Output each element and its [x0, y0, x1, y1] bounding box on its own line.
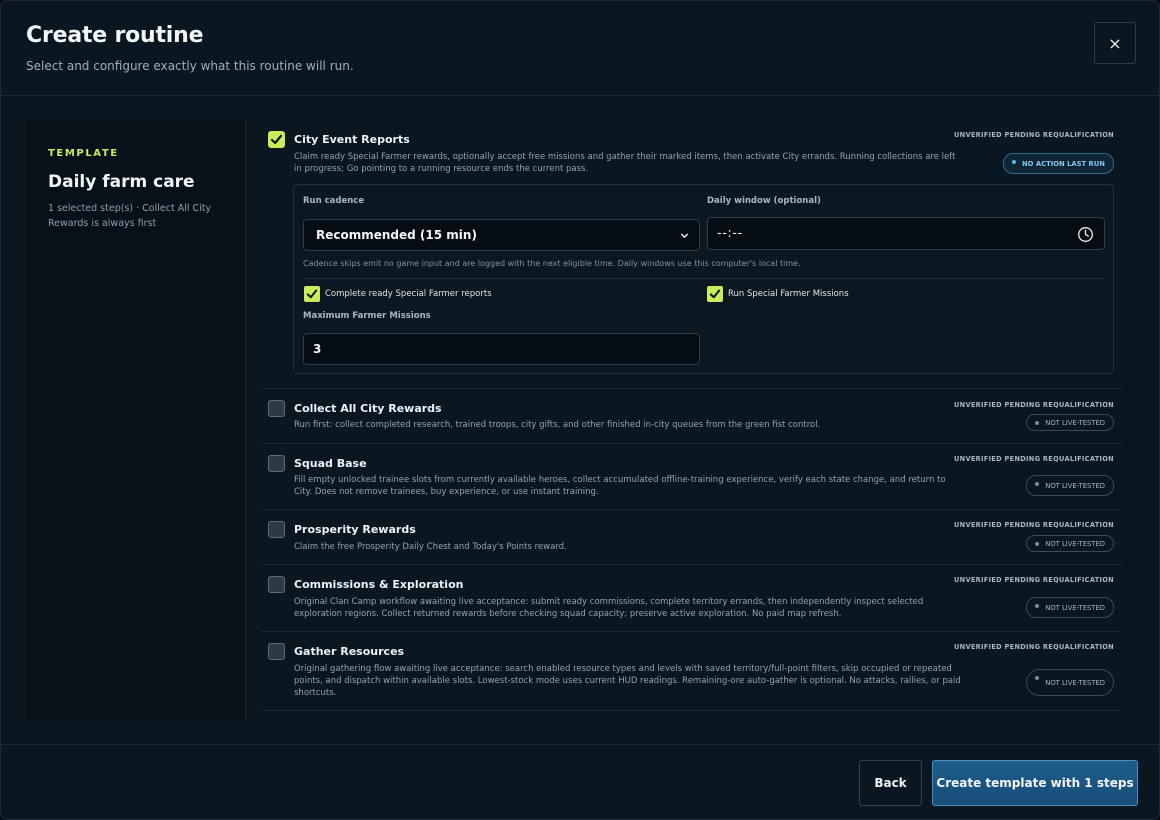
- modal-footer: Back Create template with 1 steps: [1, 744, 1159, 819]
- step-city-event-reports: City Event Reports Claim ready Special F…: [261, 119, 1121, 389]
- max-missions-input[interactable]: 3: [303, 333, 700, 365]
- step-description: Original Clan Camp workflow awaiting liv…: [294, 597, 924, 619]
- step-config-panel: Run cadence Recommended (15 min) Daily w…: [293, 184, 1114, 374]
- step-gather-resources: Gather Resources Original gathering flow…: [261, 632, 1121, 711]
- status-badge: NO ACTION LAST RUN: [1002, 153, 1114, 174]
- status-label: UNVERIFIED PENDING REQUALIFICATION: [953, 131, 1114, 139]
- step-checkbox-commissions-exploration[interactable]: [268, 576, 285, 593]
- step-title: City Event Reports: [294, 133, 410, 146]
- status-badge: NOT LIVE-TESTED: [1026, 669, 1114, 696]
- status-badge: NOT LIVE-TESTED: [1026, 475, 1114, 496]
- cadence-hint: Cadence skips emit no game input and are…: [303, 259, 801, 268]
- template-name: Daily farm care: [48, 172, 195, 192]
- cadence-value: Recommended (15 min): [316, 228, 477, 242]
- option-checkbox-complete-reports[interactable]: [304, 286, 320, 302]
- option-label-complete-reports: Complete ready Special Farmer reports: [325, 289, 492, 299]
- step-description: Original gathering flow awaiting live ac…: [294, 664, 961, 698]
- step-title: Squad Base: [294, 457, 367, 470]
- status-label: UNVERIFIED PENDING REQUALIFICATION: [953, 401, 1114, 409]
- create-template-button[interactable]: Create template with 1 steps: [932, 760, 1138, 806]
- step-title: Gather Resources: [294, 645, 405, 658]
- step-checkbox-prosperity-rewards[interactable]: [268, 521, 285, 538]
- window-label: Daily window (optional): [707, 196, 821, 206]
- template-summary: 1 selected step(s) · Collect All City Re…: [48, 203, 212, 229]
- back-button[interactable]: Back: [859, 760, 922, 806]
- step-title: Collect All City Rewards: [294, 402, 442, 415]
- status-label: UNVERIFIED PENDING REQUALIFICATION: [953, 643, 1114, 651]
- step-description: Fill empty unlocked trainee slots from c…: [294, 475, 946, 497]
- divider: [303, 278, 1104, 279]
- status-label: UNVERIFIED PENDING REQUALIFICATION: [953, 455, 1114, 463]
- step-checkbox-city-event-reports[interactable]: [268, 131, 285, 148]
- checkmark-icon: [306, 289, 318, 299]
- step-description: Claim ready Special Farmer rewards, opti…: [294, 152, 956, 174]
- clock-icon[interactable]: [1077, 226, 1094, 243]
- page-subtitle: Select and configure exactly what this r…: [26, 59, 354, 73]
- checkmark-icon: [270, 134, 283, 145]
- step-list: City Event Reports Claim ready Special F…: [261, 119, 1121, 720]
- cadence-label: Run cadence: [303, 196, 365, 206]
- checkmark-icon: [709, 289, 721, 299]
- option-label-run-missions: Run Special Farmer Missions: [728, 289, 849, 299]
- max-missions-value: 3: [313, 342, 322, 356]
- step-title: Commissions & Exploration: [294, 578, 464, 591]
- status-badge: NOT LIVE-TESTED: [1026, 597, 1114, 618]
- step-checkbox-gather-resources[interactable]: [268, 643, 285, 660]
- step-title: Prosperity Rewards: [294, 523, 416, 536]
- template-eyebrow: TEMPLATE: [48, 148, 119, 159]
- page-title: Create routine: [26, 23, 204, 48]
- step-collect-all-city-rewards: Collect All City Rewards Run first: coll…: [261, 389, 1121, 444]
- max-missions-label: Maximum Farmer Missions: [303, 311, 431, 321]
- status-label: UNVERIFIED PENDING REQUALIFICATION: [953, 576, 1114, 584]
- status-badge: NOT LIVE-TESTED: [1026, 414, 1114, 431]
- status-badge: NOT LIVE-TESTED: [1026, 535, 1114, 552]
- window-value: --:--: [717, 226, 743, 241]
- step-description: Run first: collect completed research, t…: [294, 420, 821, 430]
- step-checkbox-squad-base[interactable]: [268, 455, 285, 472]
- chevron-down-icon: [680, 233, 689, 239]
- close-icon: ×: [1108, 33, 1122, 53]
- step-squad-base: Squad Base Fill empty unlocked trainee s…: [261, 444, 1121, 510]
- option-checkbox-run-missions[interactable]: [707, 286, 723, 302]
- create-routine-modal: Create routine Select and configure exac…: [0, 0, 1160, 820]
- step-checkbox-collect-all-city-rewards[interactable]: [268, 400, 285, 417]
- template-sidebar: TEMPLATE Daily farm care 1 selected step…: [26, 119, 246, 720]
- step-description: Claim the free Prosperity Daily Chest an…: [294, 542, 567, 552]
- modal-header: Create routine Select and configure exac…: [1, 1, 1159, 96]
- step-prosperity-rewards: Prosperity Rewards Claim the free Prospe…: [261, 510, 1121, 565]
- close-button[interactable]: ×: [1094, 22, 1136, 64]
- status-label: UNVERIFIED PENDING REQUALIFICATION: [953, 521, 1114, 529]
- step-commissions-exploration: Commissions & Exploration Original Clan …: [261, 565, 1121, 632]
- daily-window-input[interactable]: --:--: [707, 217, 1105, 250]
- cadence-select[interactable]: Recommended (15 min): [303, 219, 700, 251]
